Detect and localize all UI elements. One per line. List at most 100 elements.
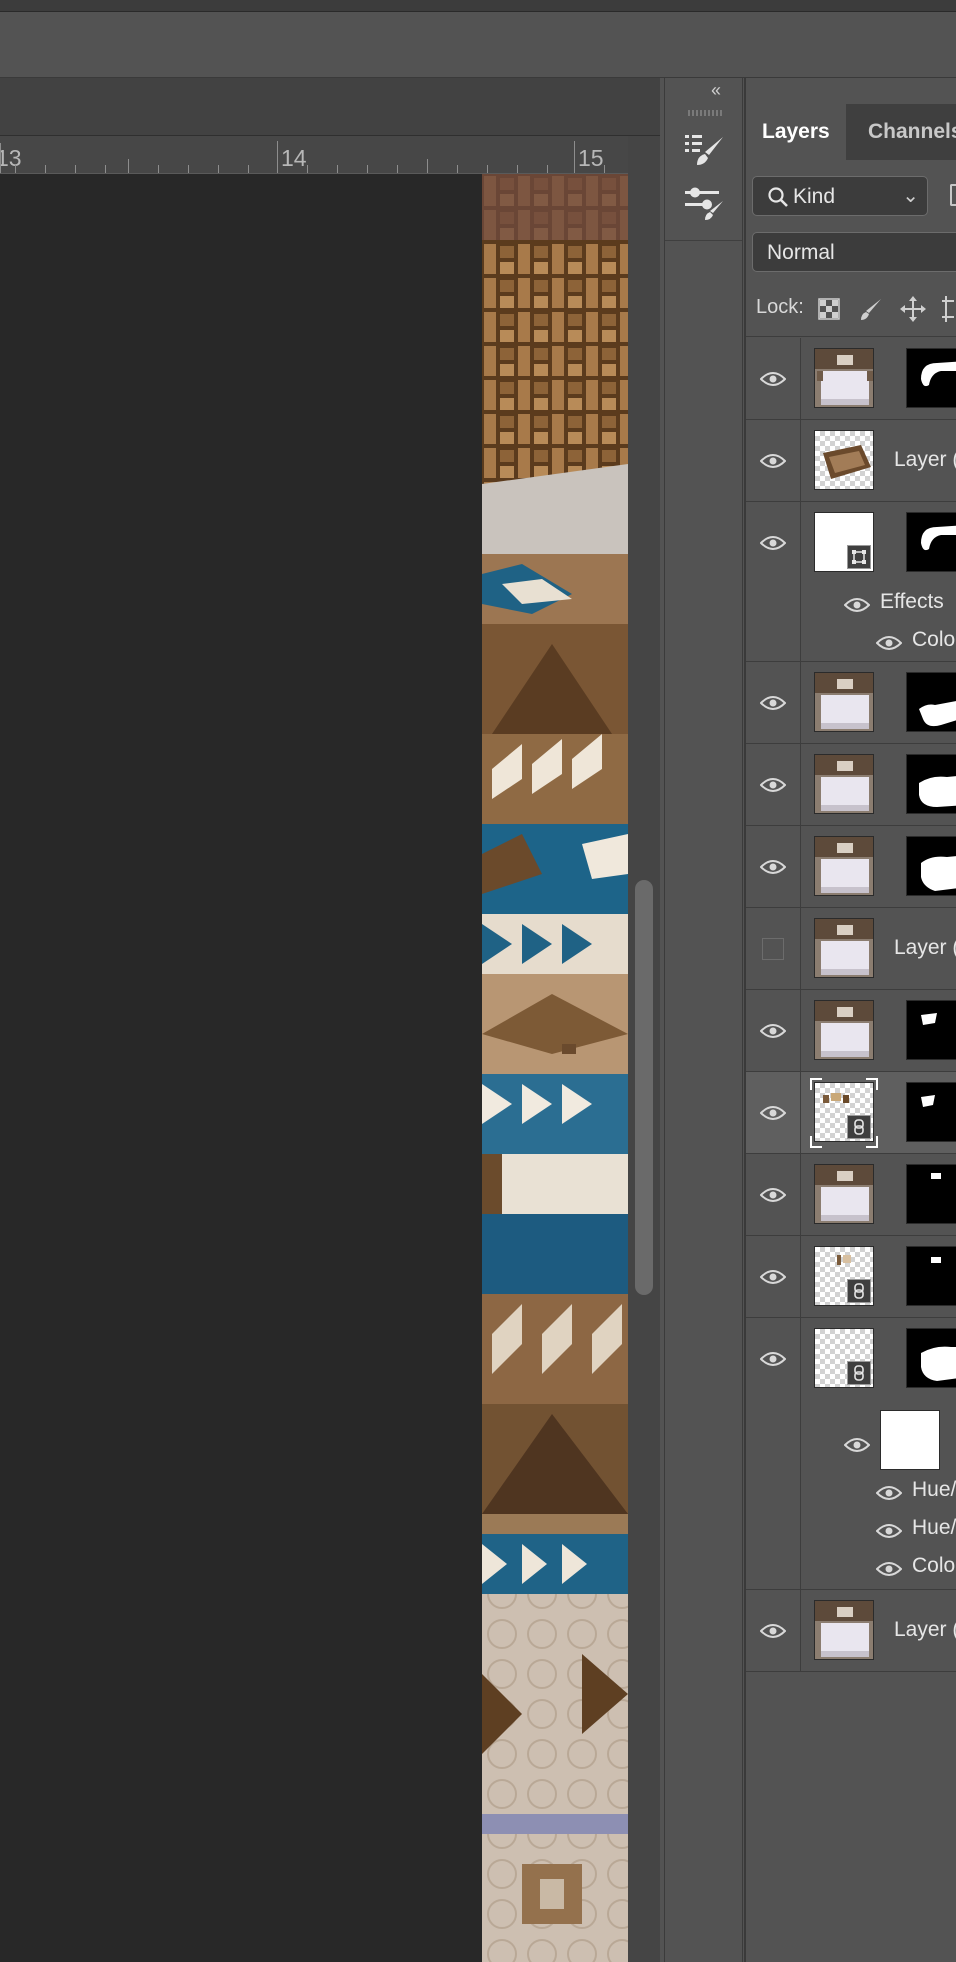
row-divider	[800, 420, 801, 501]
eye-icon[interactable]	[760, 530, 786, 556]
document-tab-strip[interactable]	[0, 78, 660, 136]
layer-thumbnail[interactable]	[814, 672, 874, 732]
eye-icon[interactable]	[876, 1518, 902, 1544]
layer-mask-thumbnail[interactable]	[906, 672, 956, 732]
layer-row[interactable]	[746, 1154, 956, 1236]
eye-icon[interactable]	[876, 1556, 902, 1582]
layer-name[interactable]: Layer (	[894, 936, 956, 960]
layer-list-divider	[746, 336, 956, 337]
layer-thumbnail[interactable]	[814, 1000, 874, 1060]
layer-thumbnail[interactable]	[814, 836, 874, 896]
vertical-scrollbar-thumb[interactable]	[635, 880, 653, 1295]
eye-icon[interactable]	[760, 772, 786, 798]
layer-row[interactable]: Effects Colo	[746, 502, 956, 662]
lock-position-icon[interactable]	[900, 296, 926, 322]
layer-mask-thumbnail[interactable]	[906, 348, 956, 408]
layer-thumbnail[interactable]	[814, 754, 874, 814]
layer-mask-thumbnail[interactable]	[906, 512, 956, 572]
selection-corner	[810, 1136, 822, 1148]
layer-row[interactable]	[746, 1236, 956, 1318]
layer-name[interactable]: Layer (	[894, 448, 956, 472]
layer-row[interactable]	[746, 744, 956, 826]
layer-thumbnail[interactable]	[814, 512, 874, 572]
ruler-tick	[0, 143, 1, 173]
eye-icon[interactable]	[760, 1264, 786, 1290]
visibility-toggle-off[interactable]	[762, 938, 784, 960]
layer-mask-thumbnail[interactable]	[906, 1000, 956, 1060]
layer-thumbnail[interactable]	[814, 1082, 874, 1142]
options-bar	[0, 12, 956, 78]
layer-mask-thumbnail[interactable]	[906, 1246, 956, 1306]
row-divider	[800, 1236, 801, 1317]
layer-mask-thumbnail[interactable]	[906, 754, 956, 814]
adjustment-item-label[interactable]: Hue/	[912, 1516, 956, 1540]
eye-icon[interactable]	[876, 630, 902, 656]
lock-image-pixels-icon[interactable]	[858, 296, 884, 322]
eye-icon[interactable]	[760, 448, 786, 474]
row-divider	[800, 990, 801, 1071]
eye-icon[interactable]	[876, 1480, 902, 1506]
layer-thumbnail[interactable]	[814, 1600, 874, 1660]
layer-thumbnail[interactable]	[814, 430, 874, 490]
layer-thumbnail[interactable]	[814, 918, 874, 978]
ruler-tick	[367, 165, 368, 173]
layer-row[interactable]	[746, 990, 956, 1072]
layer-mask-thumbnail[interactable]	[906, 1328, 956, 1388]
eye-icon[interactable]	[760, 1182, 786, 1208]
layer-mask-thumbnail[interactable]	[906, 1082, 956, 1142]
layer-row[interactable]: Layer (	[746, 420, 956, 502]
lock-artboard-icon[interactable]	[940, 296, 954, 322]
layer-name[interactable]: Layer (	[894, 1618, 956, 1642]
layer-thumbnail[interactable]	[814, 1246, 874, 1306]
eye-icon[interactable]	[760, 1100, 786, 1126]
effects-label[interactable]: Effects	[880, 590, 944, 614]
tab-channels[interactable]: Channels	[852, 104, 956, 160]
collapse-panels-button[interactable]: ‹‹	[711, 80, 721, 101]
panel-grip[interactable]	[688, 110, 722, 116]
row-divider	[800, 1072, 801, 1153]
layer-thumbnail[interactable]	[814, 348, 874, 408]
layer-filter-select[interactable]: Kind ⌄	[752, 176, 928, 216]
eye-icon[interactable]	[760, 1346, 786, 1372]
eye-icon[interactable]	[760, 854, 786, 880]
layer-row[interactable]	[746, 662, 956, 744]
search-icon	[767, 186, 789, 213]
ruler-tick	[128, 159, 129, 173]
layer-row[interactable]	[746, 338, 956, 420]
layer-row-selected[interactable]	[746, 1072, 956, 1154]
brush-presets-icon[interactable]	[680, 126, 730, 172]
effect-item-label[interactable]: Colo	[912, 628, 955, 652]
layer-thumbnail[interactable]	[814, 1328, 874, 1388]
row-divider	[800, 1154, 801, 1235]
layer-mask-thumbnail[interactable]	[906, 836, 956, 896]
canvas-image[interactable]	[482, 174, 628, 1962]
eye-icon[interactable]	[844, 1432, 870, 1458]
pixel-filter-icon[interactable]	[950, 184, 956, 206]
eye-icon[interactable]	[760, 1618, 786, 1644]
ruler-tick	[574, 141, 575, 173]
ruler-label-15: 15	[578, 145, 604, 171]
lock-transparent-pixels-icon[interactable]	[816, 296, 842, 322]
layer-thumbnail[interactable]	[814, 1164, 874, 1224]
layer-mask-thumbnail[interactable]	[906, 1164, 956, 1224]
layer-row[interactable]	[746, 826, 956, 908]
layer-row[interactable]: Hue/ Hue/ Colo	[746, 1318, 956, 1590]
blend-mode-select[interactable]: Normal	[752, 232, 956, 272]
eye-icon[interactable]	[760, 690, 786, 716]
eye-icon[interactable]	[760, 1018, 786, 1044]
filter-mask-thumbnail[interactable]	[880, 1410, 940, 1470]
brush-settings-icon[interactable]	[680, 180, 730, 226]
ruler-tick	[337, 165, 338, 173]
adjustment-item-label[interactable]: Colo	[912, 1554, 955, 1578]
eye-icon[interactable]	[844, 592, 870, 618]
row-divider	[800, 338, 801, 419]
tab-layers[interactable]: Layers	[746, 104, 846, 160]
selection-corner	[866, 1078, 878, 1090]
ruler-tick	[604, 165, 605, 173]
row-divider	[800, 826, 801, 907]
layer-row[interactable]: Layer (	[746, 1590, 956, 1672]
adjustment-item-label[interactable]: Hue/	[912, 1478, 956, 1502]
pasteboard[interactable]	[0, 174, 482, 1962]
layer-row[interactable]: Layer (	[746, 908, 956, 990]
eye-icon[interactable]	[760, 366, 786, 392]
